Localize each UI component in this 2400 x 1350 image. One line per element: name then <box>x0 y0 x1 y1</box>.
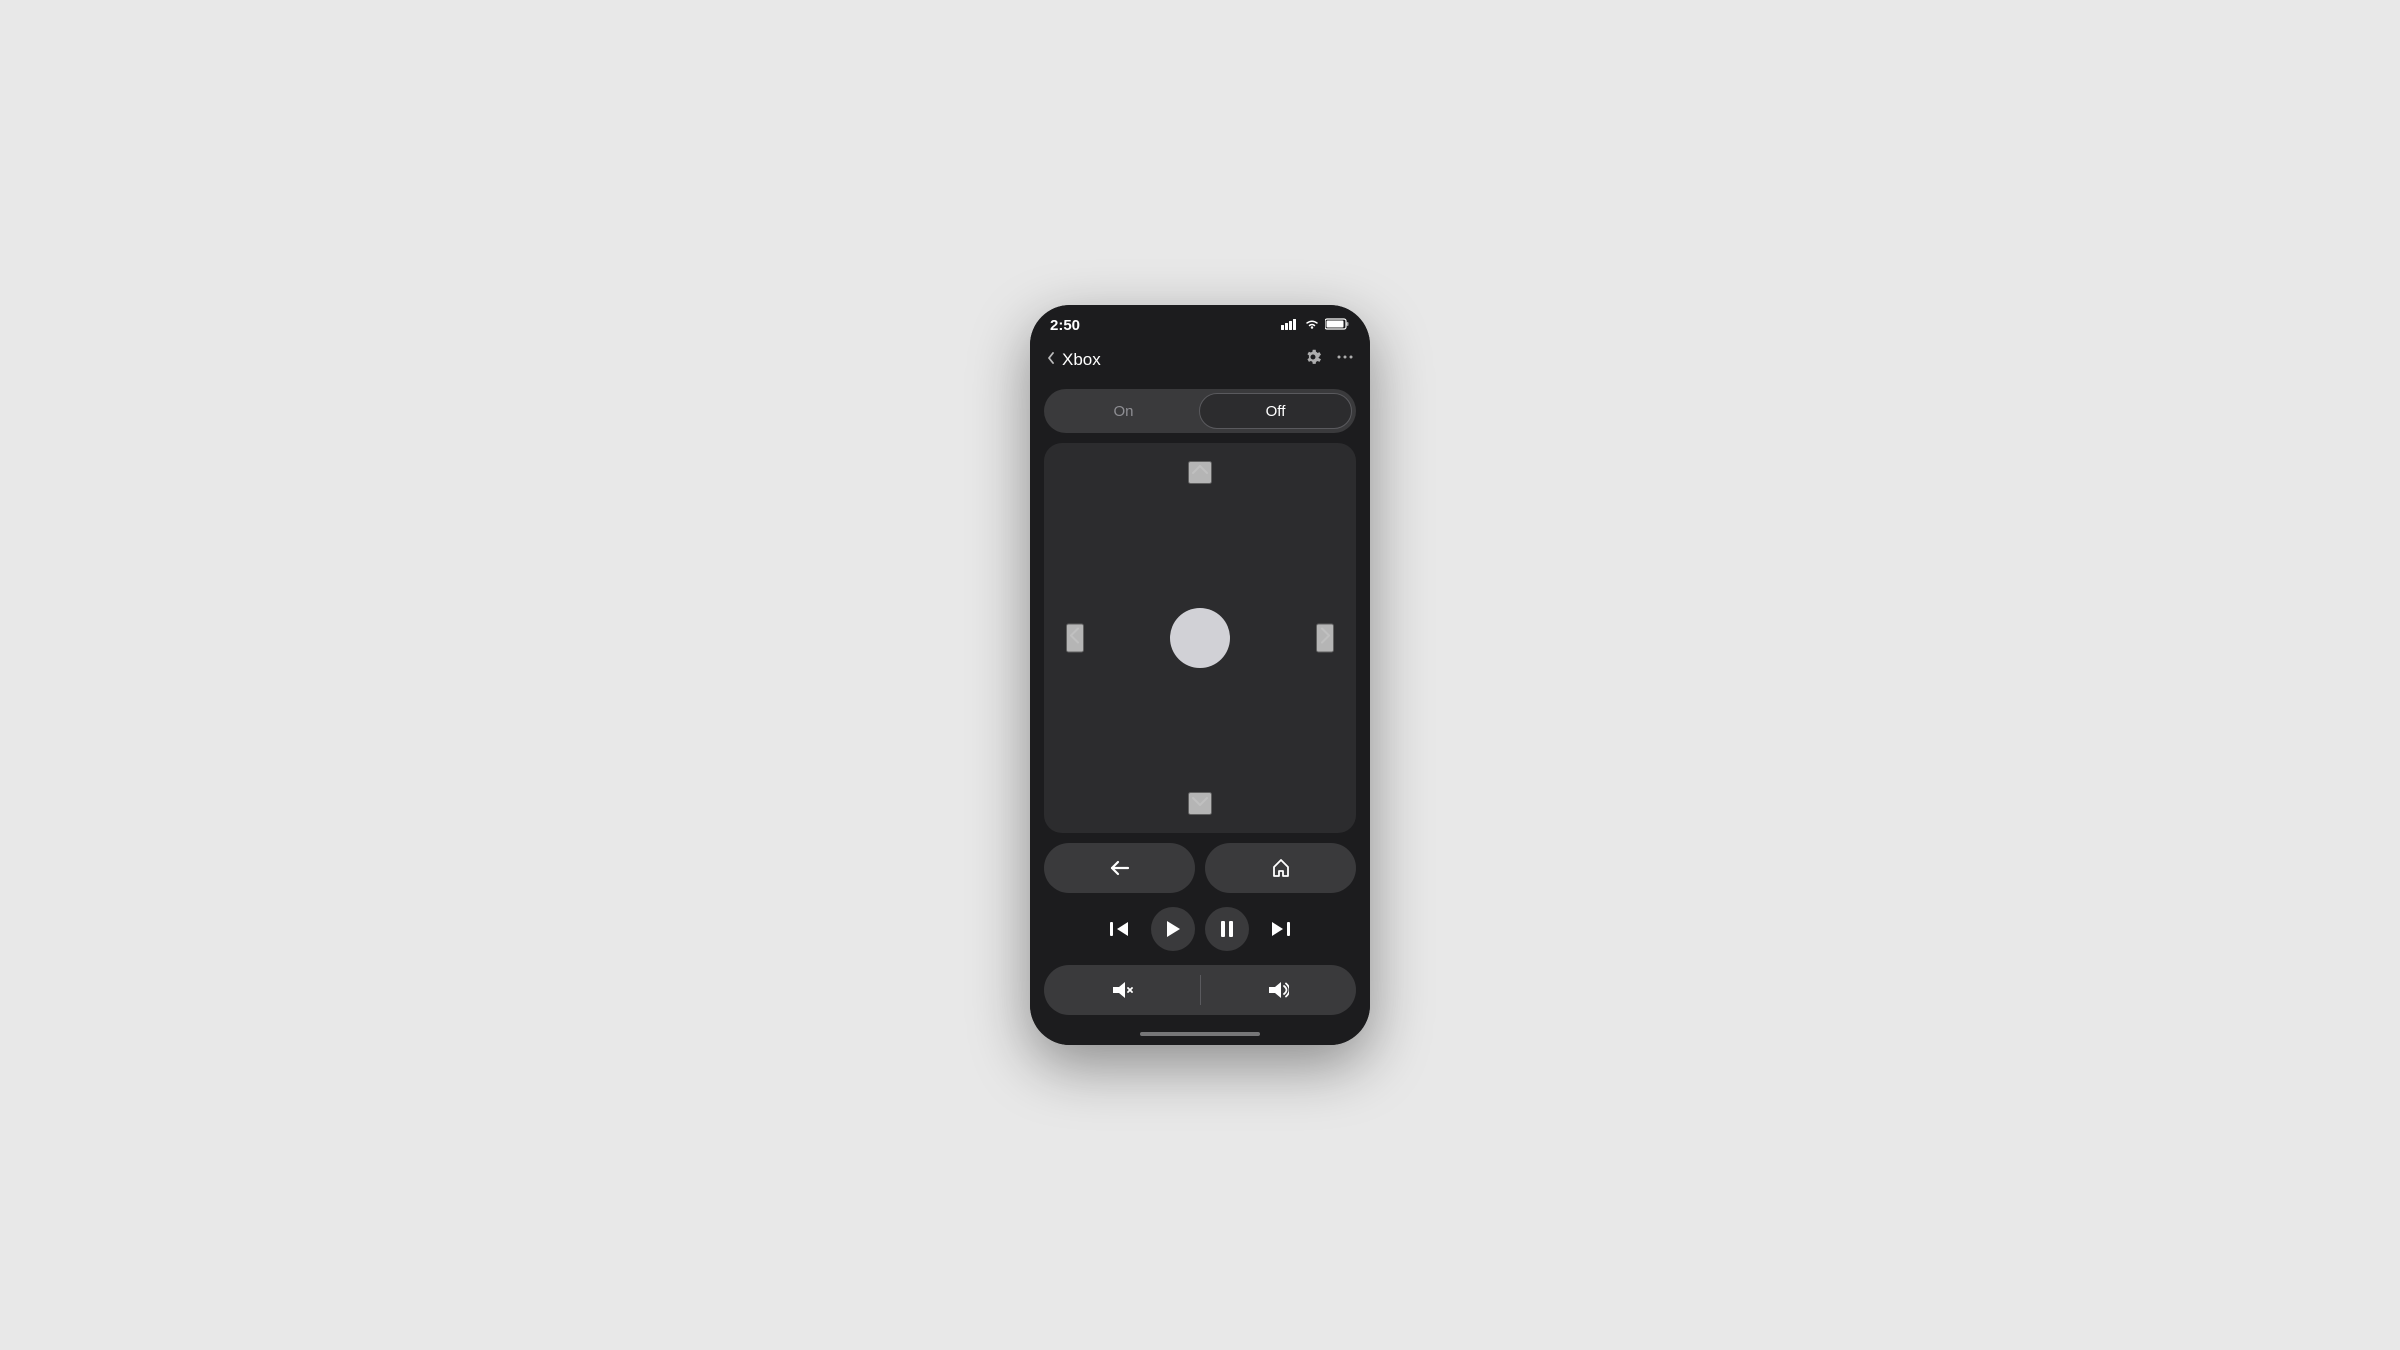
home-button[interactable] <box>1205 843 1356 893</box>
pause-button[interactable] <box>1205 907 1249 951</box>
power-toggle: On Off <box>1044 389 1356 433</box>
header-right <box>1304 348 1354 371</box>
more-options-icon[interactable] <box>1336 348 1354 371</box>
volume-down-button[interactable] <box>1044 965 1200 1015</box>
home-indicator <box>1030 1023 1370 1045</box>
battery-icon <box>1325 318 1350 333</box>
phone-frame: 2:50 <box>1030 305 1370 1045</box>
status-icons <box>1281 318 1350 333</box>
signal-icon <box>1281 318 1299 333</box>
toggle-on-button[interactable]: On <box>1048 393 1199 429</box>
app-header: Xbox <box>1030 342 1370 381</box>
back-chevron-icon[interactable] <box>1046 351 1056 368</box>
nav-buttons <box>1044 843 1356 893</box>
play-button[interactable] <box>1151 907 1195 951</box>
dpad-right-button[interactable] <box>1316 624 1334 653</box>
toggle-off-button[interactable]: Off <box>1199 393 1352 429</box>
header-left: Xbox <box>1046 350 1101 370</box>
volume-controls <box>1044 965 1356 1015</box>
dpad-down-button[interactable] <box>1188 792 1212 815</box>
prev-track-button[interactable] <box>1097 907 1141 951</box>
volume-up-button[interactable] <box>1201 965 1357 1015</box>
dpad-area <box>1044 443 1356 833</box>
dpad-up-button[interactable] <box>1188 461 1212 484</box>
main-content: On Off <box>1030 381 1370 1023</box>
dpad-left-button[interactable] <box>1066 624 1084 653</box>
back-button[interactable] <box>1044 843 1195 893</box>
status-time: 2:50 <box>1050 317 1080 334</box>
gear-icon[interactable] <box>1304 348 1322 371</box>
app-title: Xbox <box>1062 350 1101 370</box>
next-track-button[interactable] <box>1259 907 1303 951</box>
wifi-icon <box>1304 318 1320 333</box>
dpad-center-button[interactable] <box>1170 608 1230 668</box>
home-bar <box>1140 1032 1260 1036</box>
status-bar: 2:50 <box>1030 305 1370 342</box>
media-controls <box>1044 903 1356 955</box>
